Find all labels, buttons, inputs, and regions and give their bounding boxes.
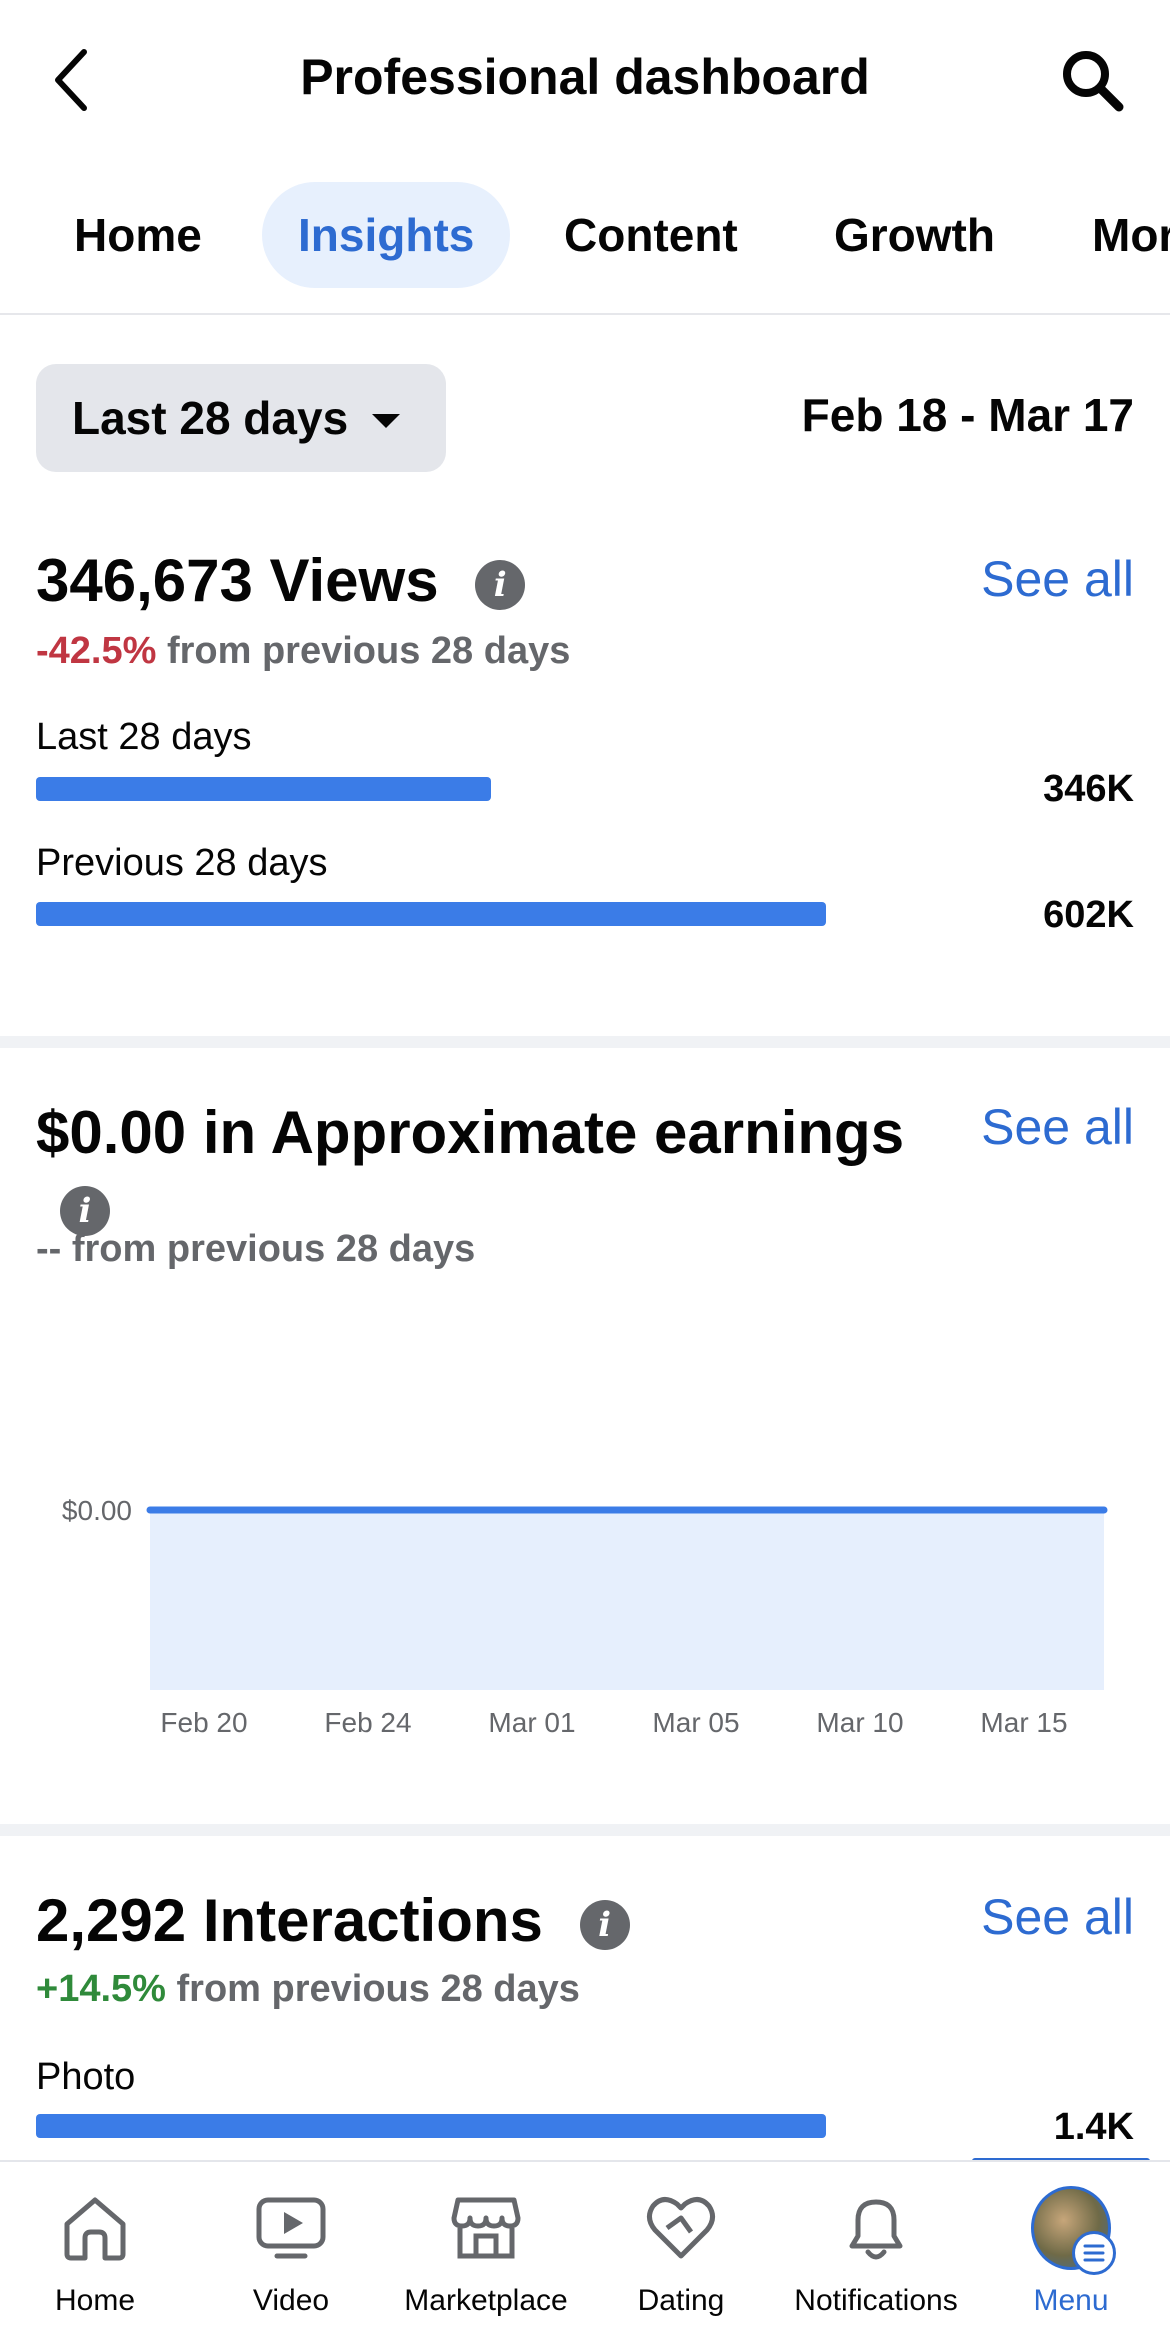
views-change-suffix: from previous 28 days [156, 630, 571, 672]
tab-bar: Home Insights Content Growth More [0, 180, 1170, 290]
nav-dating-label: Dating [637, 2284, 725, 2317]
nav-video[interactable]: Video [226, 2162, 356, 2342]
views-bar-label-previous: Previous 28 days [36, 842, 328, 884]
earnings-see-all-link[interactable]: See all [981, 1098, 1134, 1156]
interactions-see-all-link[interactable]: See all [981, 1888, 1134, 1946]
bottom-nav: Home Video Marketplace Dating Notificati… [0, 2160, 1170, 2342]
views-change-value: -42.5% [36, 630, 157, 672]
nav-home-label: Home [54, 2284, 136, 2317]
interactions-change-line: +14.5% from previous 28 days [36, 1968, 580, 2011]
page-title: Professional dashboard [300, 49, 870, 105]
tab-insights[interactable]: Insights [262, 182, 511, 288]
chart-x-tick-label: Mar 05 [652, 1707, 739, 1738]
nav-notifications[interactable]: Notifications [786, 2162, 966, 2342]
chart-area-fill [150, 1510, 1104, 1690]
section-separator [0, 1036, 1170, 1048]
bell-icon [836, 2188, 916, 2268]
views-bar-current-fill [36, 777, 492, 801]
section-separator [0, 1824, 1170, 1836]
interactions-bar-label-photo: Photo [36, 2056, 136, 2098]
tab-home[interactable]: Home [38, 182, 238, 288]
nav-menu-label: Menu [1033, 2284, 1109, 2317]
chart-x-tick-label: Mar 10 [816, 1707, 903, 1738]
chart-y-tick-label: $0.00 [62, 1495, 132, 1526]
date-range-dropdown-label: Last 28 days [72, 392, 349, 444]
marketplace-icon [446, 2188, 526, 2268]
earnings-chart: $0.00 Feb 20 Feb 24 Mar 01 Mar 05 Mar 10 Mar 1… [62, 1495, 1108, 1738]
date-range-text: Feb 18 - Mar 17 [801, 389, 1134, 441]
views-title: 346,673 Views i [36, 546, 526, 615]
menu-icon [1072, 2231, 1116, 2275]
views-see-all-link[interactable]: See all [981, 550, 1134, 608]
interactions-title-text: 2,292 Interactions [36, 1887, 543, 1954]
chart-x-tick-label: Feb 20 [160, 1707, 247, 1738]
earnings-title-text: $0.00 in Approximate earnings [36, 1099, 905, 1166]
interactions-title: 2,292 Interactions i [36, 1886, 630, 1955]
nav-video-label: Video [252, 2284, 330, 2317]
home-icon [55, 2188, 135, 2268]
search-icon [1063, 51, 1124, 112]
views-bar-label-current: Last 28 days [36, 716, 252, 758]
interactions-bar-photo [36, 2114, 826, 2138]
interactions-bar-photo-fill [36, 2114, 826, 2138]
nav-menu[interactable]: Menu [1006, 2162, 1136, 2342]
dating-icon [641, 2188, 721, 2268]
earnings-title: $0.00 in Approximate earnings i [36, 1096, 936, 1244]
interactions-change-value: +14.5% [36, 1968, 166, 2010]
video-icon [251, 2188, 331, 2268]
nav-home[interactable]: Home [30, 2162, 160, 2342]
info-icon[interactable]: i [475, 560, 526, 611]
views-bar-previous [36, 902, 826, 926]
top-bar: Professional dashboard [0, 0, 1170, 160]
search-button[interactable] [1050, 38, 1134, 122]
avatar [1031, 2186, 1116, 2275]
tab-growth[interactable]: Growth [798, 182, 1031, 288]
nav-marketplace[interactable]: Marketplace [396, 2162, 576, 2342]
views-bar-value-previous: 602K [1043, 894, 1134, 936]
views-bar-value-current: 346K [1043, 768, 1134, 810]
views-change-line: -42.5% from previous 28 days [36, 630, 570, 673]
tabs-divider [0, 313, 1170, 315]
interactions-bar-value-photo: 1.4K [1053, 2106, 1134, 2148]
nav-notifications-label: Notifications [794, 2284, 958, 2317]
tab-more[interactable]: More [1056, 182, 1170, 288]
views-title-text: 346,673 Views [36, 547, 439, 614]
info-icon[interactable]: i [579, 1900, 630, 1951]
earnings-change-line: -- from previous 28 days [36, 1228, 476, 1270]
views-bar-previous-fill [36, 902, 826, 926]
tab-content[interactable]: Content [528, 182, 774, 288]
chart-x-tick-label: Mar 15 [980, 1707, 1067, 1738]
chart-x-tick-label: Feb 24 [324, 1707, 411, 1738]
caret-down-icon [372, 414, 401, 428]
date-range-dropdown[interactable]: Last 28 days [36, 364, 446, 472]
chart-x-tick-label: Mar 01 [488, 1707, 575, 1738]
nav-marketplace-label: Marketplace [404, 2284, 568, 2317]
interactions-change-suffix: from previous 28 days [165, 1968, 580, 2010]
views-bar-current [36, 777, 826, 801]
nav-dating[interactable]: Dating [616, 2162, 746, 2342]
